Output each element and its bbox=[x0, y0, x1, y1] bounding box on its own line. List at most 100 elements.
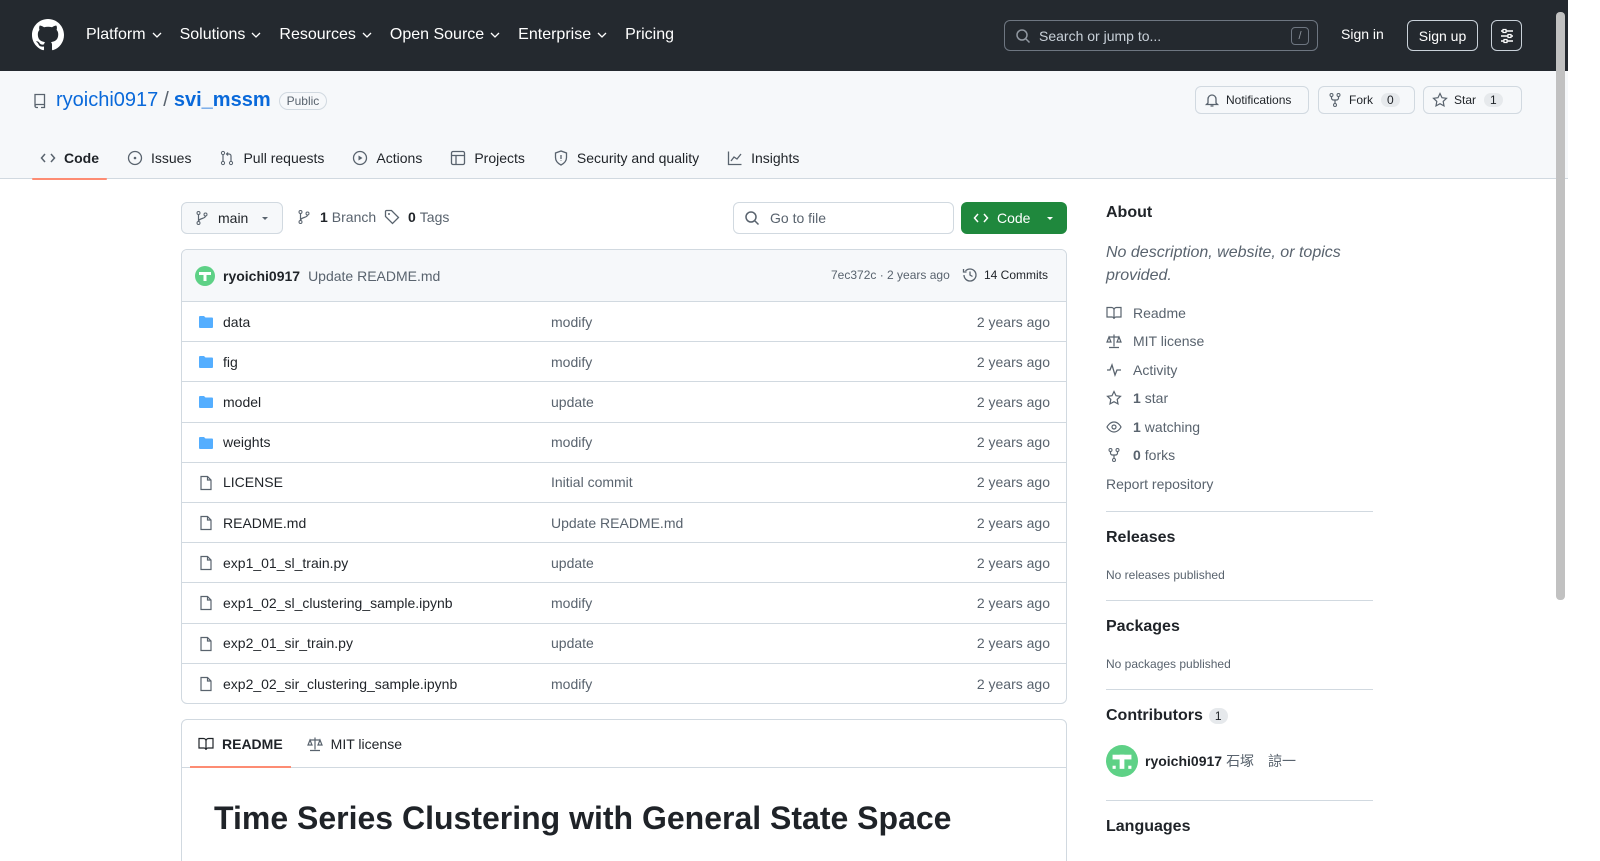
file-commit-link[interactable]: modify bbox=[551, 595, 592, 611]
tab-label: Insights bbox=[751, 150, 800, 166]
chevron-down-icon bbox=[251, 32, 261, 38]
file-name-link[interactable]: fig bbox=[223, 354, 238, 370]
repo-name-link[interactable]: svi_mssm bbox=[174, 89, 271, 112]
file-commit-link[interactable]: Update README.md bbox=[551, 515, 683, 531]
file-name-link[interactable]: exp1_01_sl_train.py bbox=[223, 555, 348, 571]
file-row[interactable]: weights modify 2 years ago bbox=[182, 423, 1066, 463]
branches-link[interactable]: 1 Branch bbox=[296, 209, 376, 225]
file-row[interactable]: exp1_01_sl_train.py update 2 years ago bbox=[182, 543, 1066, 584]
code-dropdown-button[interactable]: Code bbox=[961, 202, 1067, 234]
tab-actions[interactable]: Actions bbox=[344, 137, 430, 179]
go-to-file-placeholder: Go to file bbox=[770, 210, 827, 226]
file-name-link[interactable]: exp1_02_sl_clustering_sample.ipynb bbox=[223, 595, 453, 611]
star-button[interactable]: Star 1 bbox=[1423, 86, 1522, 114]
sign-up-button[interactable]: Sign up bbox=[1407, 20, 1478, 51]
nav-open-source[interactable]: Open Source bbox=[390, 24, 500, 46]
fork-count: 0 bbox=[1381, 93, 1400, 107]
commit-author-link[interactable]: ryoichi0917 bbox=[223, 268, 300, 284]
commit-hash-time[interactable]: 7ec372c · 2 years ago bbox=[831, 268, 950, 282]
file-row[interactable]: README.md Update README.md 2 years ago bbox=[182, 503, 1066, 544]
packages-heading[interactable]: Packages bbox=[1106, 618, 1180, 636]
file-commit-link[interactable]: update bbox=[551, 555, 594, 571]
menu-button[interactable] bbox=[1491, 20, 1522, 51]
page-scrollbar-track[interactable] bbox=[1568, 0, 1600, 861]
file-row[interactable]: exp2_01_sir_train.py update 2 years ago bbox=[182, 624, 1066, 664]
repo-actions: Notifications bbox=[1195, 86, 1309, 114]
file-commit-link[interactable]: modify bbox=[551, 676, 592, 692]
readme-link[interactable]: Readme bbox=[1106, 305, 1186, 321]
tab-security[interactable]: Security and quality bbox=[545, 137, 707, 179]
sidebar-divider bbox=[1106, 600, 1373, 601]
repo-icon bbox=[34, 93, 46, 108]
tags-link[interactable]: 0 Tags bbox=[384, 209, 449, 225]
notifications-button[interactable]: Notifications bbox=[1195, 86, 1309, 114]
forks-link[interactable]: 0 forks bbox=[1106, 447, 1175, 463]
file-commit-link[interactable]: modify bbox=[551, 314, 592, 330]
file-name-link[interactable]: README.md bbox=[223, 515, 306, 531]
tab-license[interactable]: MIT license bbox=[299, 720, 410, 767]
file-name-link[interactable]: exp2_02_sir_clustering_sample.ipynb bbox=[223, 676, 457, 692]
file-row[interactable]: data modify 2 years ago bbox=[182, 302, 1066, 343]
file-commit-link[interactable]: modify bbox=[551, 434, 592, 450]
releases-heading[interactable]: Releases bbox=[1106, 529, 1175, 547]
file-row[interactable]: exp2_02_sir_clustering_sample.ipynb modif… bbox=[182, 664, 1066, 703]
go-to-file-input[interactable]: Go to file bbox=[733, 202, 954, 234]
tab-readme[interactable]: README bbox=[190, 720, 291, 768]
license-link[interactable]: MIT license bbox=[1106, 333, 1204, 349]
nav-enterprise[interactable]: Enterprise bbox=[518, 24, 607, 46]
code-icon bbox=[973, 213, 989, 223]
contributor-item[interactable]: ryoichi0917 石塚 諒一 bbox=[1106, 745, 1296, 777]
activity-link[interactable]: Activity bbox=[1106, 362, 1177, 378]
file-name-link[interactable]: exp2_01_sir_train.py bbox=[223, 635, 353, 651]
commit-message-link[interactable]: Update README.md bbox=[308, 268, 440, 284]
tab-label: Actions bbox=[376, 150, 423, 166]
fork-icon bbox=[1108, 448, 1120, 462]
file-name-link[interactable]: weights bbox=[223, 434, 270, 450]
file-row[interactable]: model update 2 years ago bbox=[182, 382, 1066, 423]
branch-label: Branch bbox=[331, 209, 377, 225]
branch-selector[interactable]: main bbox=[181, 202, 283, 234]
nav-platform[interactable]: Platform bbox=[86, 24, 162, 46]
tab-insights[interactable]: Insights bbox=[719, 137, 807, 179]
global-search-input[interactable]: Search or jump to... / bbox=[1004, 20, 1318, 51]
file-name-link[interactable]: data bbox=[223, 314, 250, 330]
avatar[interactable] bbox=[195, 265, 215, 286]
shield-icon bbox=[554, 150, 568, 166]
file-commit-link[interactable]: modify bbox=[551, 354, 592, 370]
nav-pricing[interactable]: Pricing bbox=[625, 24, 674, 46]
tab-issues[interactable]: Issues bbox=[119, 137, 199, 179]
search-icon bbox=[1016, 28, 1031, 43]
stars-link[interactable]: 1 star bbox=[1106, 390, 1168, 406]
repo-owner-link[interactable]: ryoichi0917 bbox=[56, 89, 158, 112]
file-row[interactable]: fig modify 2 years ago bbox=[182, 342, 1066, 383]
file-commit-link[interactable]: update bbox=[551, 635, 594, 651]
report-repository-link[interactable]: Report repository bbox=[1106, 476, 1213, 492]
file-commit-link[interactable]: Initial commit bbox=[551, 474, 633, 490]
file-name-link[interactable]: model bbox=[223, 394, 261, 410]
search-shortcut-hint: / bbox=[1291, 27, 1309, 45]
law-icon bbox=[1106, 334, 1122, 349]
releases-empty-text: No releases published bbox=[1106, 568, 1225, 582]
file-row[interactable]: LICENSE Initial commit 2 years ago bbox=[182, 463, 1066, 503]
github-logo-icon[interactable] bbox=[32, 19, 64, 51]
sidebar-divider bbox=[1106, 800, 1373, 801]
tab-pull-requests[interactable]: Pull requests bbox=[211, 137, 332, 179]
file-icon bbox=[200, 515, 212, 531]
repo-separator: / bbox=[163, 89, 169, 111]
file-commit-link[interactable]: update bbox=[551, 394, 594, 410]
tab-code[interactable]: Code bbox=[32, 137, 107, 180]
file-row[interactable]: exp1_02_sl_clustering_sample.ipynb modify… bbox=[182, 583, 1066, 624]
contributor-login: ryoichi0917 bbox=[1145, 753, 1223, 769]
watchers-link[interactable]: 1 watching bbox=[1106, 419, 1200, 435]
fork-button[interactable]: Fork 0 bbox=[1318, 86, 1415, 114]
nav-solutions[interactable]: Solutions bbox=[180, 24, 262, 46]
avatar[interactable] bbox=[1106, 745, 1138, 777]
tab-projects[interactable]: Projects bbox=[442, 137, 533, 179]
pulse-icon bbox=[1107, 363, 1121, 377]
nav-resources[interactable]: Resources bbox=[279, 24, 372, 46]
sign-in-link[interactable]: Sign in bbox=[1341, 26, 1384, 42]
page-scrollbar-thumb[interactable] bbox=[1556, 12, 1565, 600]
file-name-link[interactable]: LICENSE bbox=[223, 474, 283, 490]
commits-link[interactable]: 14 Commits bbox=[962, 267, 1048, 283]
contributors-heading[interactable]: Contributors 1 bbox=[1106, 707, 1228, 725]
